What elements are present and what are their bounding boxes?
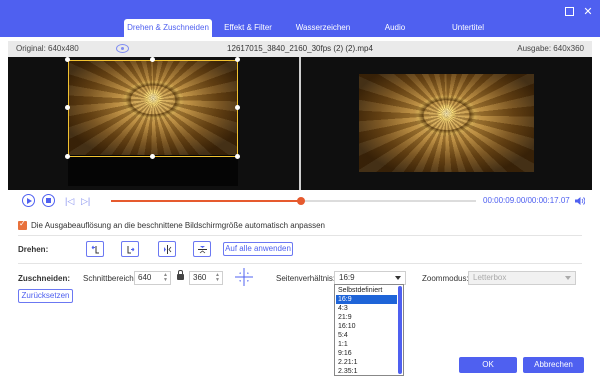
aspect-option[interactable]: 2.21:1	[336, 358, 397, 367]
center-crop-icon[interactable]	[234, 267, 254, 287]
crop-handle-top-left[interactable]	[65, 57, 70, 62]
flip-vertical-icon	[198, 246, 207, 254]
zoom-mode-label: Zoommodus:	[422, 274, 469, 283]
crop-label: Zuschneiden:	[18, 274, 71, 283]
progress-thumb[interactable]	[296, 197, 305, 205]
ok-button[interactable]: OK	[459, 357, 517, 373]
aspect-ratio-value: 16:9	[339, 273, 355, 282]
cancel-button[interactable]: Abbrechen	[523, 357, 584, 373]
tab-audio[interactable]: Audio	[362, 19, 428, 37]
tab-rotate-crop[interactable]: Drehen & Zuschneiden	[124, 19, 212, 37]
tab-watermark[interactable]: Wasserzeichen	[284, 19, 362, 37]
separator	[18, 263, 582, 264]
cropped-out-area	[68, 155, 238, 186]
aspect-option[interactable]: Selbstdefiniert	[336, 286, 397, 295]
eye-icon[interactable]	[116, 44, 129, 53]
crop-height-stepper[interactable]: ▲ ▼	[215, 273, 220, 283]
lock-icon[interactable]	[177, 270, 184, 280]
zoom-mode-value: Letterbox	[473, 273, 507, 282]
tab-subtitle[interactable]: Untertitel	[428, 19, 508, 37]
output-video-frame	[359, 74, 534, 172]
flip-horizontal-icon	[164, 245, 172, 254]
aspect-option[interactable]: 9:16	[336, 349, 397, 358]
flip-horizontal-button[interactable]	[158, 241, 176, 257]
crop-width-stepper[interactable]: ▲ ▼	[163, 273, 168, 283]
aspect-option[interactable]: 5:4	[336, 331, 397, 340]
flip-vertical-button[interactable]	[193, 241, 211, 257]
volume-icon[interactable]	[575, 196, 585, 206]
aspect-option[interactable]: 16:10	[336, 322, 397, 331]
play-icon[interactable]	[22, 194, 35, 207]
tab-bar: Drehen & Zuschneiden Effekt & Filter Was…	[124, 19, 508, 37]
original-resolution: Original: 640x480	[16, 44, 79, 53]
crop-area-label: Schnittbereich:	[83, 274, 136, 283]
timecode: 00:00:09.00/00:00:17.07	[483, 196, 570, 205]
zoom-mode-select: Letterbox	[468, 271, 576, 285]
aspect-option[interactable]: 4:3	[336, 304, 397, 313]
crop-handle-top[interactable]	[150, 57, 155, 62]
output-resolution: Ausgabe: 640x360	[517, 44, 584, 53]
reset-button[interactable]: Zurücksetzen	[18, 289, 73, 303]
stop-icon[interactable]	[42, 194, 55, 207]
playback-bar: |◁ ▷| 00:00:09.00/00:00:17.07	[8, 190, 592, 212]
tab-effect-filter[interactable]: Effekt & Filter	[212, 19, 284, 37]
aspect-option[interactable]: 16:9	[336, 295, 397, 304]
aspect-option[interactable]: 2.35:1	[336, 367, 397, 376]
crop-width-value: 640	[138, 273, 152, 282]
chevron-down-icon	[565, 276, 571, 280]
autofit-option[interactable]: Die Ausgabeauflösung an die beschnittene…	[18, 219, 325, 230]
autofit-label: Die Ausgabeauflösung an die beschnittene…	[31, 221, 325, 230]
file-name: 12617015_3840_2160_30fps (2) (2).mp4	[227, 44, 373, 53]
rotate-right-icon	[127, 246, 135, 254]
crop-handle-bottom-right[interactable]	[235, 154, 240, 159]
crop-handle-right[interactable]	[235, 105, 240, 110]
crop-handle-left[interactable]	[65, 105, 70, 110]
aspect-option[interactable]: 21:9	[336, 313, 397, 322]
rotate-label: Drehen:	[18, 245, 49, 254]
dropdown-scrollbar[interactable]	[398, 286, 402, 374]
crop-height-value: 360	[193, 273, 207, 282]
title-bar: ✕ Drehen & Zuschneiden Effekt & Filter W…	[0, 0, 600, 37]
close-icon[interactable]: ✕	[582, 6, 594, 18]
minimize-icon[interactable]	[563, 6, 575, 18]
crop-frame[interactable]	[68, 60, 238, 157]
rotate-left-icon	[91, 245, 99, 254]
aspect-ratio-label: Seitenverhältnis:	[276, 274, 336, 283]
separator	[18, 235, 582, 236]
aspect-option[interactable]: 1:1	[336, 340, 397, 349]
crop-handle-bottom-left[interactable]	[65, 154, 70, 159]
preview-divider	[299, 57, 301, 190]
chevron-down-icon	[395, 276, 401, 280]
info-bar: 12617015_3840_2160_30fps (2) (2).mp4 Ori…	[8, 41, 592, 57]
crop-width-input[interactable]: 640 ▲ ▼	[134, 271, 171, 285]
rotate-left-button[interactable]	[86, 241, 104, 257]
autofit-checkbox[interactable]	[18, 219, 27, 230]
apply-all-button[interactable]: Auf alle anwenden	[223, 242, 293, 256]
progress-track[interactable]	[111, 197, 476, 205]
crop-height-input[interactable]: 360 ▲ ▼	[189, 271, 223, 285]
crop-handle-bottom[interactable]	[150, 154, 155, 159]
aspect-ratio-dropdown: Selbstdefiniert 16:9 4:3 21:9 16:10 5:4 …	[334, 284, 404, 376]
progress-fill	[111, 200, 301, 202]
rotate-right-button[interactable]	[121, 241, 139, 257]
next-frame-icon[interactable]: ▷|	[81, 196, 90, 207]
crop-handle-top-right[interactable]	[235, 57, 240, 62]
previous-frame-icon[interactable]: |◁	[65, 196, 74, 207]
aspect-ratio-select[interactable]: 16:9	[334, 271, 406, 285]
